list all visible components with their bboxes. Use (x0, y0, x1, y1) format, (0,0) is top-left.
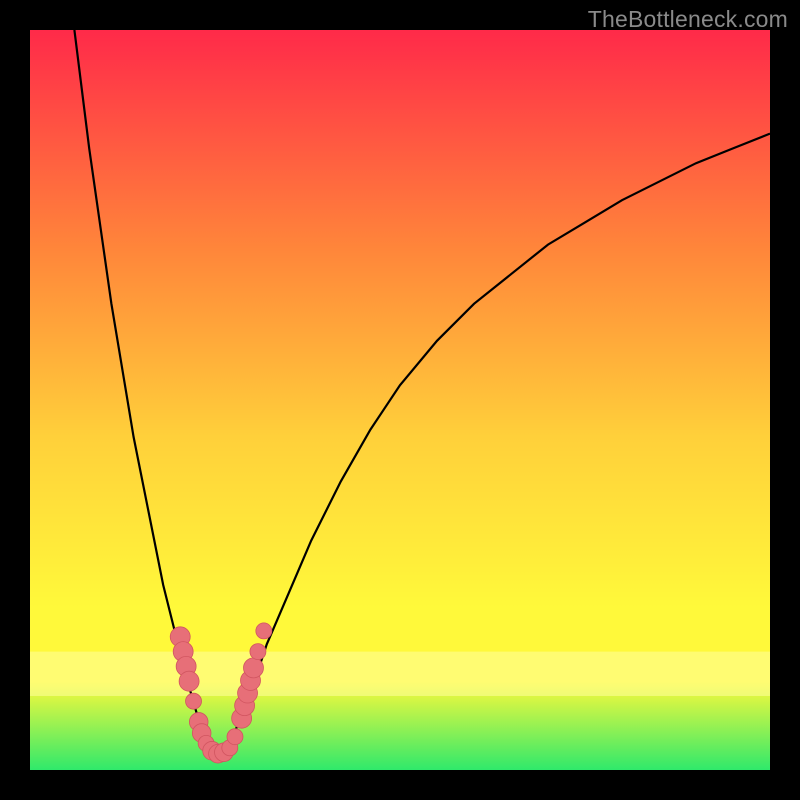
data-point (243, 658, 263, 678)
data-point (250, 644, 266, 660)
data-point (256, 623, 272, 639)
data-point (186, 693, 202, 709)
chart-frame (30, 30, 770, 770)
data-point (179, 671, 199, 691)
data-point (227, 729, 243, 745)
highlight-band (30, 652, 770, 696)
bottleneck-chart (30, 30, 770, 770)
watermark-text: TheBottleneck.com (588, 6, 788, 33)
